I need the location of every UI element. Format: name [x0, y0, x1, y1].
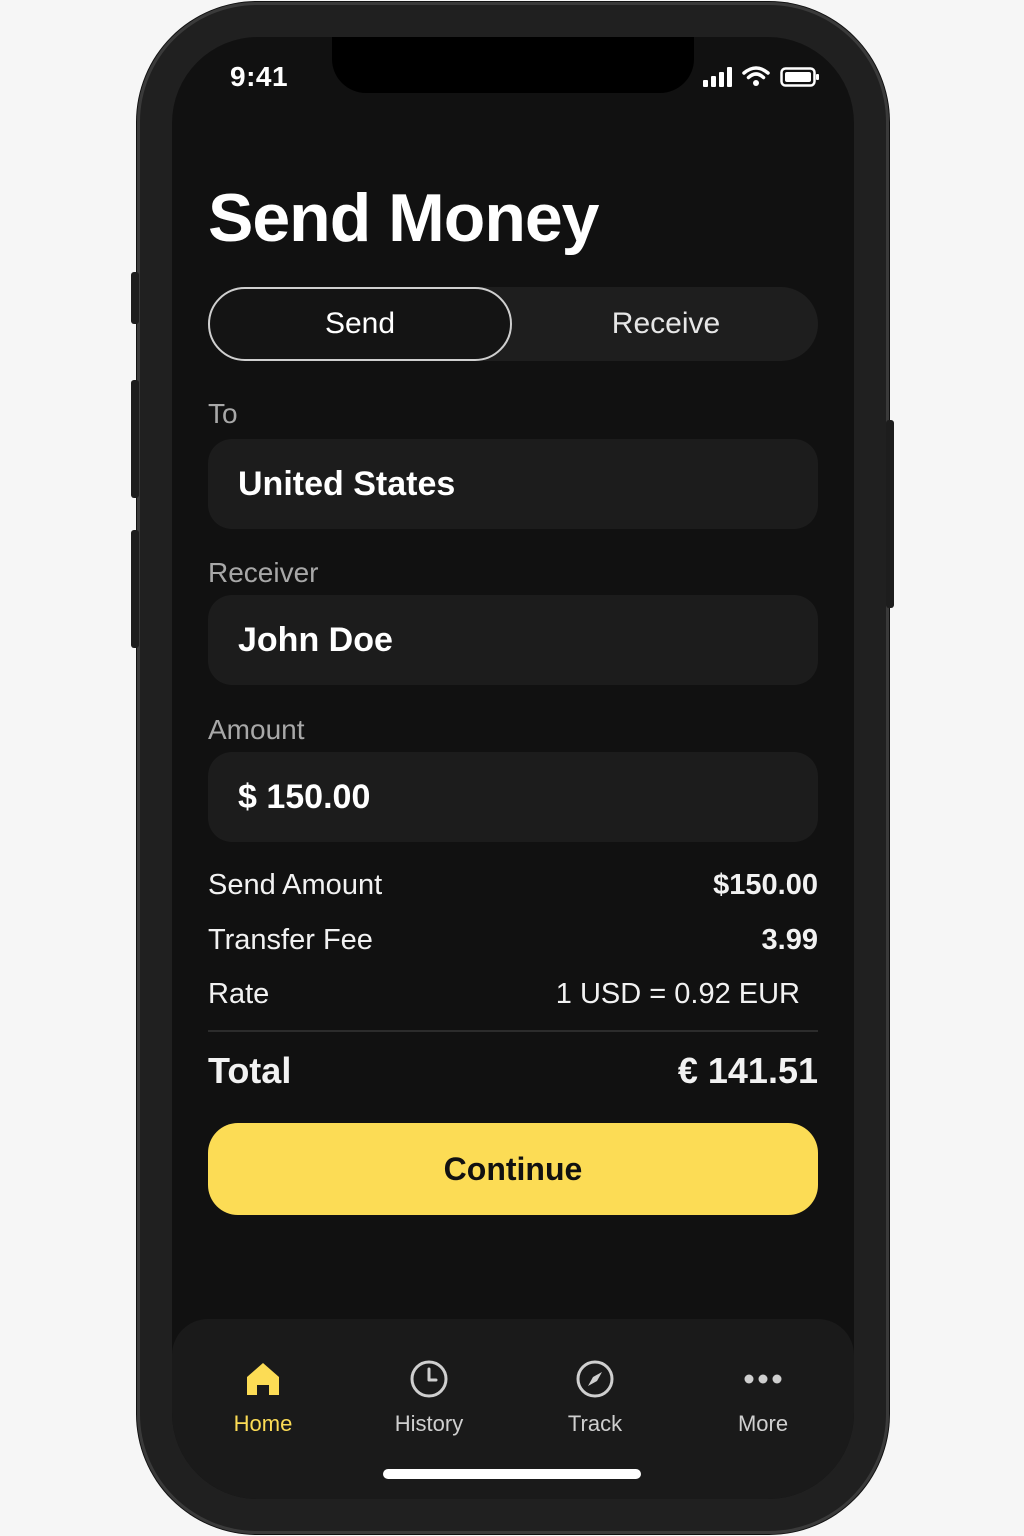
screen: 9:41 Send Money Send Receive To United S…: [172, 37, 854, 1499]
clock-icon: [409, 1357, 449, 1401]
page-title: Send Money: [208, 180, 599, 256]
tab-track-label: Track: [567, 1411, 623, 1436]
amount-label: Amount: [208, 714, 305, 745]
more-dots-icon: [743, 1357, 783, 1401]
volume-down-button: [131, 530, 139, 648]
rate-row: Rate 1 USD = 0.92 EUR: [208, 978, 818, 1011]
transfer-fee-value: 3.99: [761, 924, 818, 956]
send-receive-toggle: Send Receive: [208, 287, 818, 361]
continue-button[interactable]: Continue: [208, 1123, 818, 1215]
country-field[interactable]: United States: [208, 439, 818, 529]
transfer-fee-label: Transfer Fee: [208, 924, 373, 956]
mute-switch: [131, 272, 139, 324]
tab-more-label: More: [737, 1411, 789, 1436]
tab-track[interactable]: Track: [530, 1357, 660, 1437]
receiver-field[interactable]: John Doe: [208, 595, 818, 685]
summary-divider: [208, 1030, 818, 1032]
amount-field[interactable]: $ 150.00: [208, 752, 818, 842]
status-icons: [703, 65, 820, 87]
rate-label: Rate: [208, 978, 270, 1010]
send-amount-value: $150.00: [713, 869, 818, 901]
to-label: To: [208, 398, 238, 429]
tab-home-label: Home: [233, 1411, 293, 1436]
wifi-icon: [742, 65, 770, 87]
tab-receive[interactable]: Receive: [514, 287, 818, 361]
notch: [332, 37, 694, 93]
tab-history-label: History: [394, 1411, 464, 1436]
country-value: United States: [238, 464, 456, 503]
amount-value: $ 150.00: [238, 777, 371, 816]
power-button: [886, 420, 894, 608]
transfer-fee-row: Transfer Fee 3.99: [208, 924, 818, 957]
tab-more[interactable]: More: [698, 1357, 828, 1437]
status-time: 9:41: [230, 61, 289, 92]
tab-home[interactable]: Home: [198, 1357, 328, 1437]
tab-send[interactable]: Send: [208, 287, 512, 361]
battery-icon: [780, 67, 820, 87]
send-amount-row: Send Amount $150.00: [208, 869, 818, 902]
home-icon: [244, 1357, 282, 1401]
total-label: Total: [208, 1050, 292, 1091]
send-amount-label: Send Amount: [208, 869, 383, 901]
signal-icon: [703, 67, 732, 87]
receiver-value: John Doe: [238, 620, 393, 659]
total-row: Total € 141.51: [208, 1050, 818, 1092]
compass-icon: [575, 1357, 615, 1401]
receiver-label: Receiver: [208, 557, 319, 588]
total-value: € 141.51: [677, 1050, 818, 1091]
tab-history[interactable]: History: [364, 1357, 494, 1437]
volume-up-button: [131, 380, 139, 498]
rate-value: 1 USD = 0.92 EUR: [555, 978, 800, 1010]
home-indicator: [383, 1469, 641, 1479]
